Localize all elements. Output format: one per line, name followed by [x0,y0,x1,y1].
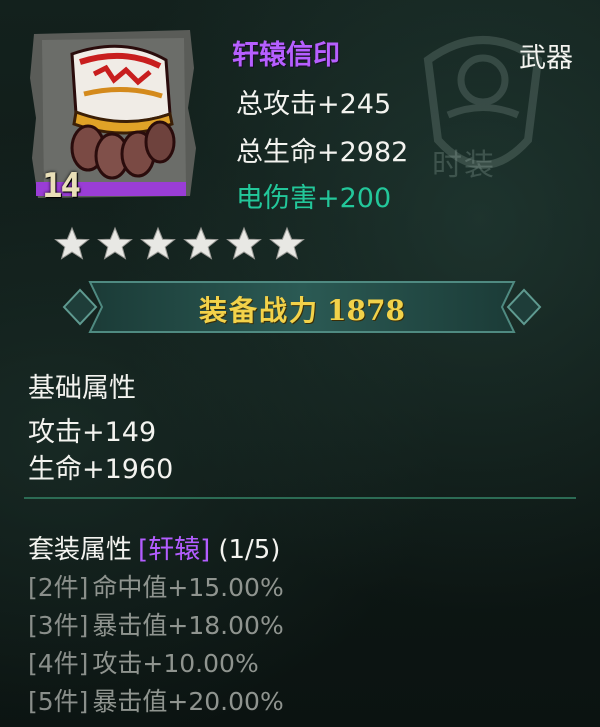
star-icon [226,226,262,260]
base-attack: 攻击+149 [28,417,157,448]
set-bonus-text: 暴击值+18.00% [92,611,284,640]
set-count: (1/5) [218,535,281,565]
star-icon [183,226,219,260]
item-type: 武器 [519,43,573,74]
set-bonus-tag: [3件] [28,611,89,640]
star-icon [269,226,305,260]
item-tooltip-panel: 时装 14 轩辕信印 武器 总攻击+245 总生命+2982 电伤害+200 装… [0,0,600,727]
electric-damage-stat: 电伤害+200 [236,183,392,214]
base-attributes-title: 基础属性 [28,373,136,404]
star-icon [54,226,90,260]
star-icon [140,226,176,260]
section-divider [24,497,576,499]
item-name: 轩辕信印 [232,40,340,71]
set-bonus-tag: [2件] [28,573,89,602]
set-bonus-item: [5件] 暴击值+20.00% [28,682,284,720]
watermark-label: 时装 [432,148,496,183]
item-level: 14 [42,166,81,206]
total-hp-stat: 总生命+2982 [236,137,409,168]
set-bonus-tag: [5件] [28,687,89,716]
total-attack-stat: 总攻击+245 [236,89,392,120]
set-bonus-tag: [4件] [28,649,89,678]
set-bonus-item: [2件] 命中值+15.00% [28,568,284,606]
set-bonus-list: [2件] 命中值+15.00% [3件] 暴击值+18.00% [4件] 攻击+10.… [28,568,284,720]
set-bonus-text: 暴击值+20.00% [92,687,284,716]
set-bonus-text: 攻击+10.00% [92,649,259,678]
star-rating [54,226,305,262]
power-label: 装备战力 [199,294,320,327]
base-hp: 生命+1960 [28,454,174,485]
set-attributes-title: 套装属性 [28,535,133,565]
set-name: [轩辕] [138,535,211,565]
item-icon-slot[interactable]: 14 [30,28,198,206]
set-bonus-item: [3件] 暴击值+18.00% [28,606,284,644]
set-bonus-text: 命中值+15.00% [92,573,284,602]
star-icon [97,226,133,260]
power-banner: 装备战力 1878 [62,272,542,342]
set-attributes-header: 套装属性 [轩辕] (1/5) [28,529,280,566]
power-value: 1878 [327,294,405,327]
set-bonus-item: [4件] 攻击+10.00% [28,644,284,682]
